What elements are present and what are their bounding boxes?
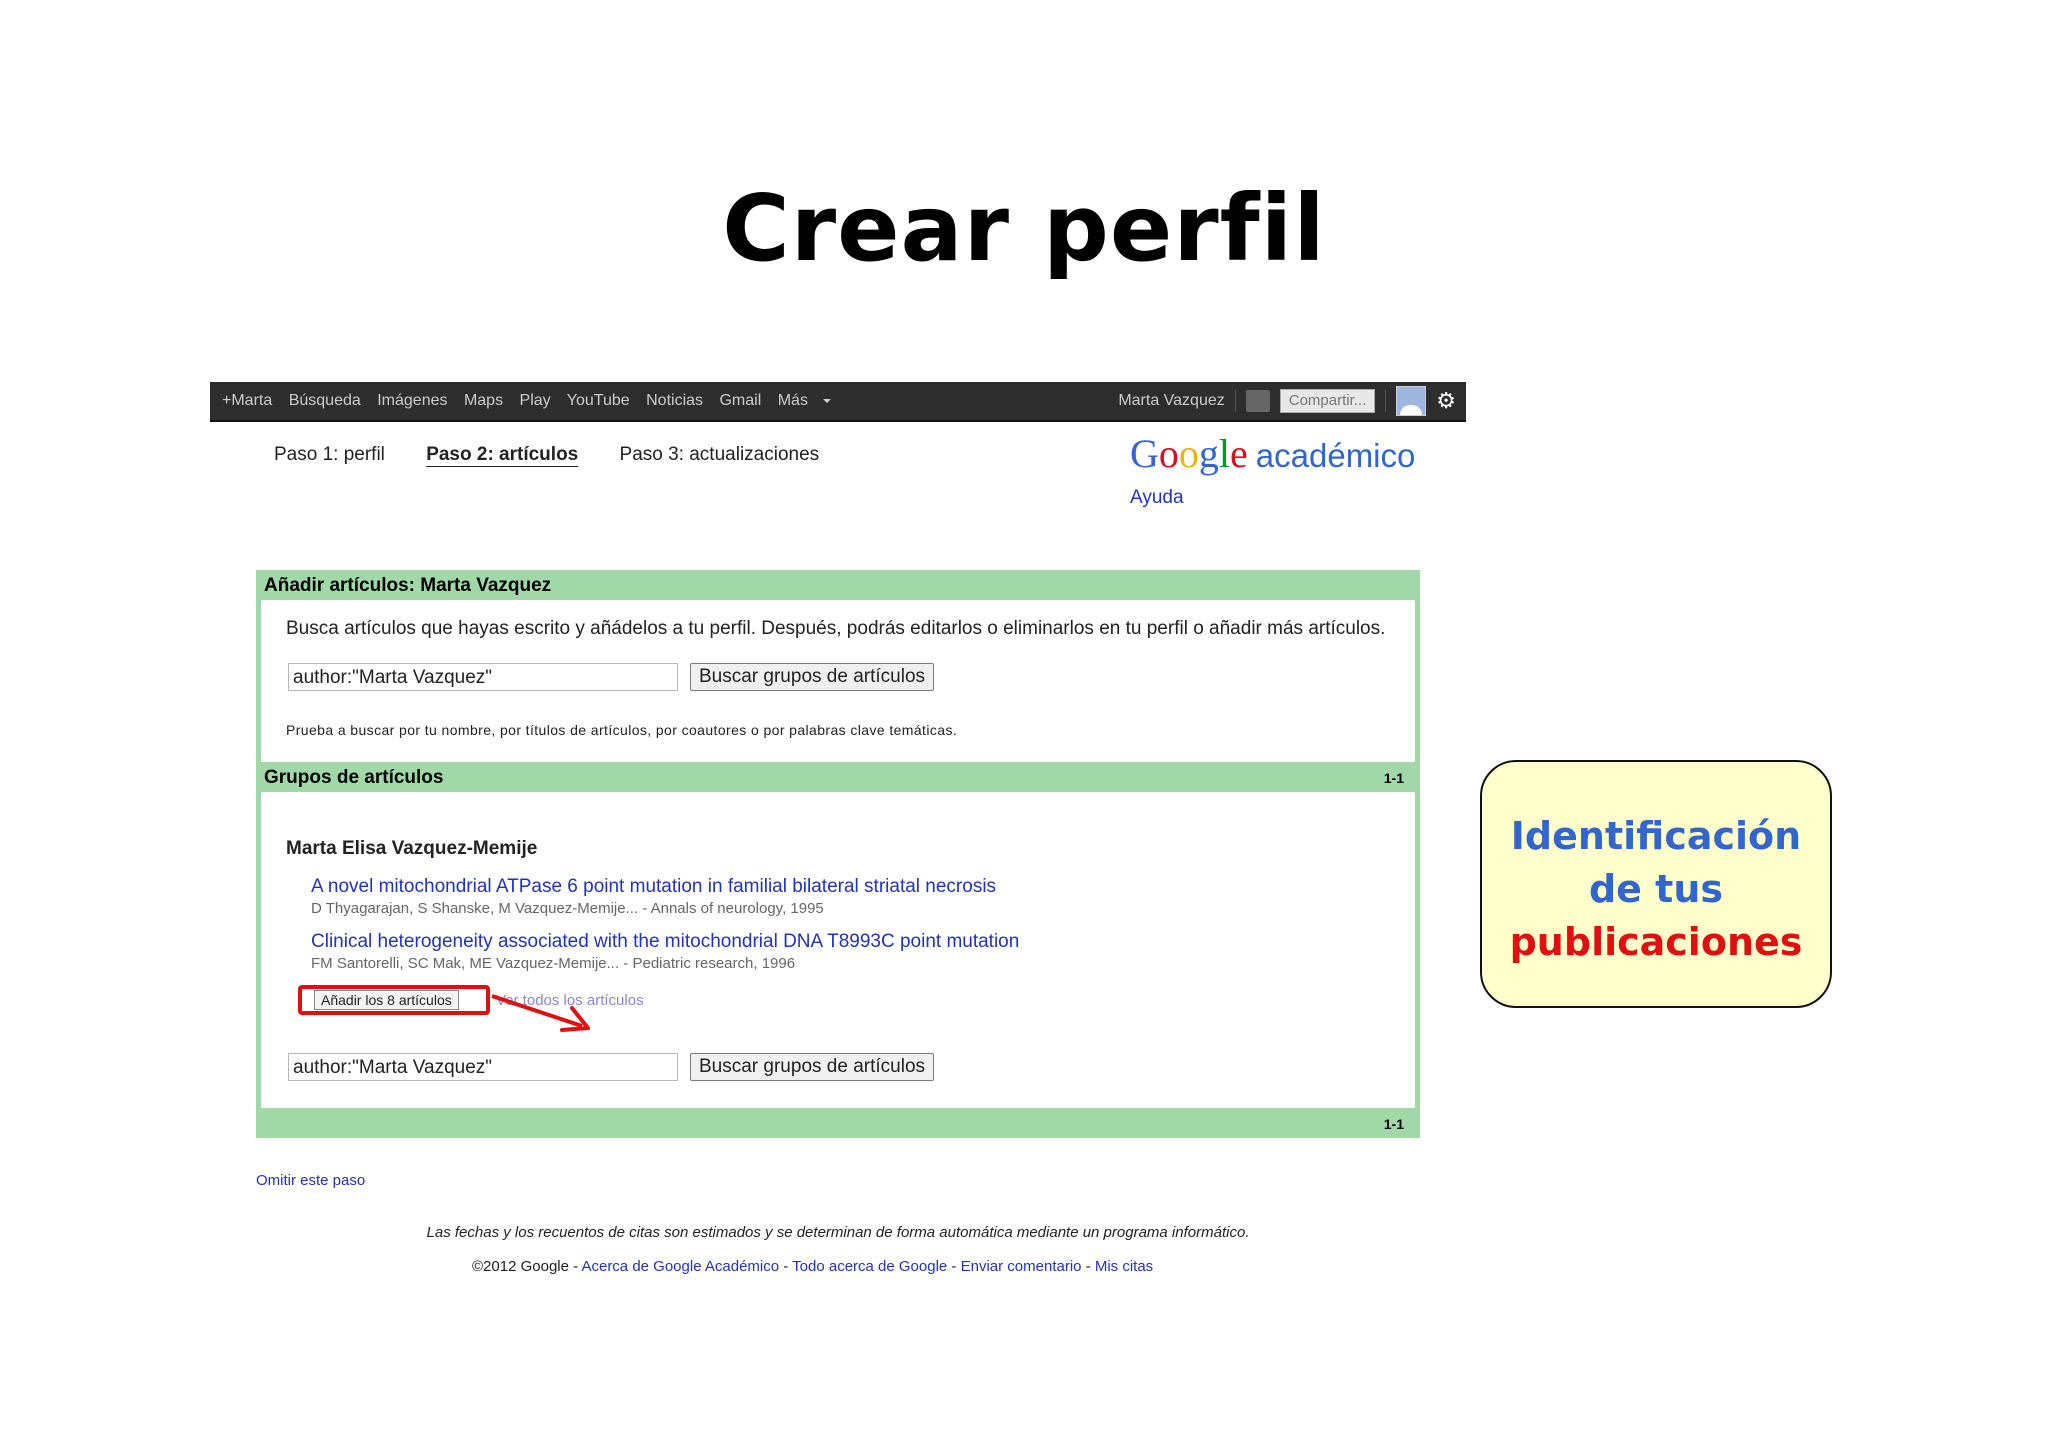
notifications-icon[interactable] [1245,390,1270,412]
logo-suffix: académico [1255,437,1416,474]
groups-count: 1-1 [1383,770,1404,786]
article-meta: D Thyagarajan, S Shanske, M Vazquez-Memi… [311,900,824,917]
footer-link-about-scholar[interactable]: Acerca de Google Académico [581,1258,779,1275]
highlight-box [298,985,490,1015]
gbar-link-maps[interactable]: Maps [464,392,503,409]
user-name[interactable]: Marta Vazquez [1118,392,1224,410]
gear-icon[interactable]: ⚙ [1436,390,1456,412]
search-row-bottom: author:"Marta Vazquez" Buscar grupos de … [288,1053,935,1081]
groups-heading: Grupos de artículos [264,767,444,788]
disclaimer-text: Las fechas y los recuentos de citas son … [426,1224,1250,1241]
step-3-link[interactable]: Paso 3: actualizaciones [620,444,820,465]
logo-letter: e [1230,431,1248,476]
add-articles-header: Añadir artículos: Marta Vazquez [256,570,1420,600]
annotation-arrow-icon [491,994,590,1032]
logo-letter: l [1218,431,1231,476]
slide-title: Crear perfil [722,175,1326,282]
logo-letter: G [1130,431,1159,476]
groups-header: Grupos de artículos 1-1 [256,762,1420,792]
avatar[interactable] [1396,386,1427,416]
skip-step-link[interactable]: Omitir este paso [256,1172,365,1189]
logo-letter: o [1158,431,1179,476]
step-1-link[interactable]: Paso 1: perfil [274,444,385,465]
copyright: ©2012 Google - [472,1258,582,1275]
search-hint: Prueba a buscar por tu nombre, por títul… [286,722,958,738]
gbar-link-news[interactable]: Noticias [646,392,703,409]
footer-link-feedback[interactable]: Enviar comentario [961,1258,1082,1275]
logo-letter: o [1178,431,1199,476]
page-footer: ©2012 Google - Acerca de Google Académic… [472,1258,1153,1275]
callout-line-1: Identificación [1510,814,1802,858]
search-input-bottom[interactable]: author:"Marta Vazquez" [288,1053,678,1081]
google-bar-links: +Marta Búsqueda Imágenes Maps Play YouTu… [222,392,855,410]
footer-link-my-citations[interactable]: Mis citas [1095,1258,1153,1275]
google-bar-account: Marta Vazquez Compartir... ⚙ [1118,386,1456,416]
search-groups-button[interactable]: Buscar grupos de artículos [690,663,935,691]
article-meta: FM Santorelli, SC Mak, ME Vazquez-Memije… [311,955,796,972]
groups-footer-count: 1-1 [1383,1116,1404,1132]
article-title-link[interactable]: Clinical heterogeneity associated with t… [311,931,1019,953]
groups-footer-band: 1-1 [256,1108,1420,1138]
share-button[interactable]: Compartir... [1279,389,1376,413]
divider [1234,390,1236,412]
gbar-more-label: Más [777,392,808,409]
group-author-name: Marta Elisa Vazquez-Memije [286,838,538,859]
gbar-link-plus[interactable]: +Marta [222,392,272,409]
gbar-link-play[interactable]: Play [520,392,551,409]
chevron-down-icon [822,398,831,403]
logo-letter: g [1198,431,1219,476]
add-articles-description: Busca artículos que hayas escrito y añád… [286,618,1386,639]
gbar-link-gmail[interactable]: Gmail [719,392,761,409]
footer-separator: - [1081,1258,1095,1275]
footer-separator: - [779,1258,793,1275]
step-2-current: Paso 2: artículos [426,444,579,465]
avatar-silhouette-icon [1400,405,1423,415]
gbar-link-search[interactable]: Búsqueda [289,392,361,409]
gbar-link-youtube[interactable]: YouTube [567,392,630,409]
scholar-screenshot: +Marta Búsqueda Imágenes Maps Play YouTu… [210,382,1466,1282]
callout-line-3: publicaciones [1509,920,1803,964]
step-nav: Paso 1: perfil Paso 2: artículos Paso 3:… [274,444,855,466]
article-title-link[interactable]: A novel mitochondrial ATPase 6 point mut… [311,876,996,898]
divider [1385,390,1387,412]
help-link[interactable]: Ayuda [1130,487,1184,509]
search-groups-button-bottom[interactable]: Buscar grupos de artículos [690,1053,935,1081]
footer-separator: - [947,1258,961,1275]
callout-box: Identificación de tus publicaciones [1480,760,1832,1008]
search-row-top: author:"Marta Vazquez" Buscar grupos de … [288,663,935,691]
add-articles-heading: Añadir artículos: Marta Vazquez [264,575,552,596]
gbar-link-images[interactable]: Imágenes [377,392,447,409]
google-bar: +Marta Búsqueda Imágenes Maps Play YouTu… [210,382,1466,422]
gbar-link-more[interactable]: Más [778,392,843,409]
google-scholar-logo[interactable]: Google académico [1130,430,1415,477]
search-input[interactable]: author:"Marta Vazquez" [288,663,678,691]
callout-line-2: de tus [1588,867,1724,911]
footer-link-about-google[interactable]: Todo acerca de Google [792,1258,947,1275]
